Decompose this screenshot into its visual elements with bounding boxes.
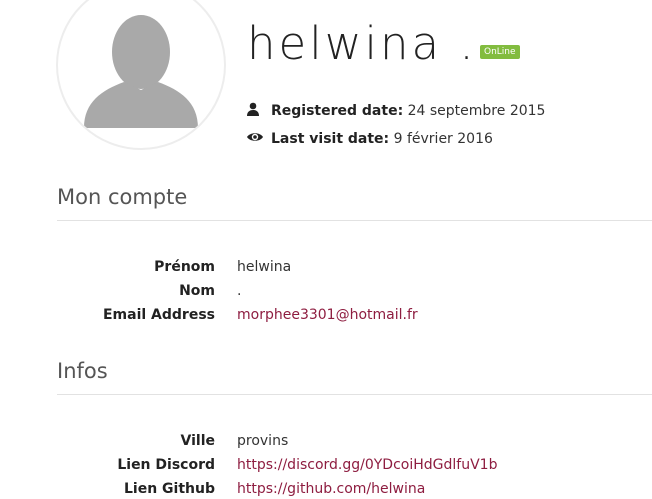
city-label: Ville	[180, 433, 215, 449]
firstname-label: Prénom	[154, 259, 215, 275]
last-visit-row: Last visit date: 9 février 2016	[246, 129, 493, 149]
discord-label: Lien Discord	[117, 457, 215, 473]
registered-date-label: Registered date:	[271, 103, 404, 119]
registered-date-value: 24 septembre 2015	[407, 103, 546, 119]
email-label: Email Address	[102, 307, 215, 323]
section-divider	[57, 220, 652, 221]
last-visit-label: Last visit date:	[271, 131, 390, 147]
section-title-infos: Infos	[57, 359, 108, 383]
registered-date-row: Registered date: 24 septembre 2015	[246, 101, 545, 121]
default-avatar-silhouette	[84, 15, 198, 128]
status-badge: OnLine	[480, 45, 520, 59]
email-link[interactable]: morphee3301@hotmail.fr	[237, 305, 418, 325]
section-title-account: Mon compte	[57, 185, 188, 209]
lastname-label: Nom	[179, 283, 215, 299]
lastname-value: .	[237, 283, 242, 299]
eye-icon	[246, 130, 264, 144]
firstname-value: helwina	[237, 259, 292, 275]
last-visit-value: 9 février 2016	[393, 131, 493, 147]
discord-link[interactable]: https://discord.gg/0YDcoiHdGdlfuV1b	[237, 455, 497, 475]
user-icon	[246, 102, 264, 116]
profile-username: helwina .	[247, 17, 477, 70]
section-divider	[57, 394, 652, 395]
github-label: Lien Github	[124, 481, 215, 497]
github-link[interactable]: https://github.com/helwina	[237, 479, 425, 499]
city-value: provins	[237, 433, 289, 449]
avatar	[56, 0, 226, 150]
